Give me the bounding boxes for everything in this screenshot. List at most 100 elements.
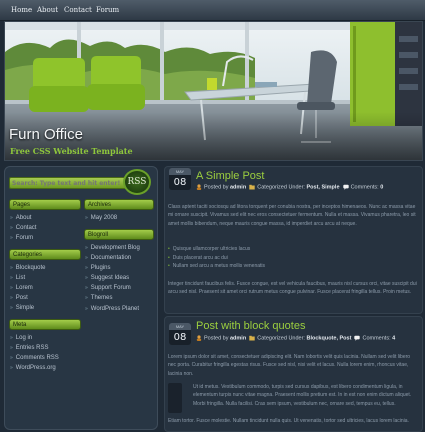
nav-contact[interactable]: Contact	[64, 0, 92, 20]
bullet-icon: »	[10, 215, 13, 221]
post-paragraph: Integer tincidunt faucibus felis. Fusce …	[168, 281, 417, 296]
bullet-icon: »	[85, 295, 88, 302]
blogroll-link-documentation[interactable]: » Documentation	[85, 253, 140, 263]
bullet-icon: »	[10, 235, 13, 242]
date-badge: MAY 08	[169, 168, 191, 190]
folder-icon	[249, 335, 255, 341]
meta-list: » Log in » Entries RSS » Comments RSS » Word…	[10, 333, 59, 373]
bullet-icon: »	[85, 285, 88, 292]
category-link-post[interactable]: » Post	[10, 293, 45, 303]
blockquote-marker	[168, 383, 182, 413]
date-day: 08	[169, 175, 191, 190]
meta-widget-title: Meta	[9, 319, 81, 330]
post-title[interactable]: Post with block quotes	[196, 320, 305, 332]
date-month: MAY	[169, 323, 191, 330]
archive-link-may-2008[interactable]: » May 2008	[85, 213, 117, 223]
post-bullet-list: • Quisque ullamcorper ultricies lacus • Du…	[168, 245, 265, 271]
blogroll-link-label: Suggest Ideas	[90, 275, 130, 282]
pages-list: » About » Contact » Forum	[10, 213, 36, 243]
category-link-label: Blockquote	[15, 265, 46, 271]
blogroll-link-suggest-ideas[interactable]: » Suggest Ideas	[85, 273, 140, 283]
comments-label: Comments:	[350, 184, 379, 191]
page-link-forum[interactable]: » Forum	[10, 233, 36, 243]
categories-widget-title: Categories	[9, 249, 81, 260]
search-input[interactable]	[12, 178, 126, 188]
bullet-icon: •	[168, 246, 170, 252]
post-categories-link[interactable]: Post, Simple	[307, 184, 340, 190]
category-link-simple[interactable]: » Simple	[10, 303, 45, 313]
bullet-icon: »	[85, 255, 88, 262]
post-simple: MAY 08 A Simple Post Posted by admin Cat…	[164, 166, 423, 314]
bullet-icon: »	[10, 355, 13, 362]
bullet-icon: »	[85, 275, 88, 282]
categorized-label: Categorized Under:	[257, 184, 305, 191]
post-paragraph: Etiam tortor. Fusce molestie. Nullam tin…	[168, 418, 409, 424]
list-item-text: Quisque ullamcorper ultricies lacus	[172, 246, 251, 252]
bullet-icon: »	[85, 265, 88, 272]
comment-icon	[342, 184, 349, 190]
pages-widget-title: Pages	[9, 199, 81, 210]
folder-icon	[249, 184, 255, 190]
list-item-text: Duis placerat arcu ac dui	[172, 254, 228, 261]
category-link-lorem[interactable]: » Lorem	[10, 283, 45, 293]
blogroll-link-plugins[interactable]: » Plugins	[85, 263, 140, 273]
blogroll-link-support-forum[interactable]: » Support Forum	[85, 283, 140, 293]
page-link-about[interactable]: » About	[10, 213, 36, 223]
comments-label: Comments:	[362, 335, 391, 342]
archives-widget-title: Archives	[84, 199, 154, 210]
meta-link-comments-rss[interactable]: » Comments RSS	[10, 353, 59, 363]
bullet-icon: »	[10, 335, 13, 341]
blogroll-link-wordpress-planet[interactable]: » WordPress Planet	[85, 304, 140, 314]
blogroll-link-themes[interactable]: » Themes	[85, 293, 140, 303]
blogroll-list: » Development Blog » Documentation » Plugin…	[85, 243, 140, 314]
bullet-icon: •	[168, 254, 170, 261]
category-link-list[interactable]: » List	[10, 273, 45, 283]
date-day: 08	[169, 330, 191, 345]
author-icon	[196, 184, 202, 190]
post-author-link[interactable]: admin	[230, 184, 246, 190]
list-item-text: Nullam sed arcu a metus mollis venenatis	[172, 263, 266, 269]
comment-icon	[354, 335, 361, 341]
date-badge: MAY 08	[169, 323, 191, 345]
site-title[interactable]: Furn Office	[9, 126, 83, 143]
nav-home[interactable]: Home	[11, 0, 32, 20]
blogroll-link-development-blog[interactable]: » Development Blog	[85, 243, 140, 253]
post-categories-link[interactable]: Blockquote, Post	[307, 335, 352, 341]
page-link-label: Forum	[15, 235, 34, 242]
post-comments-count[interactable]: 0	[380, 184, 383, 190]
nav-about[interactable]: About	[37, 0, 58, 20]
list-item: • Duis placerat arcu ac dui	[168, 254, 265, 263]
nav-forum[interactable]: Forum	[96, 0, 119, 20]
page-link-contact[interactable]: » Contact	[10, 223, 36, 233]
meta-link-wordpress[interactable]: » WordPress.org	[10, 363, 59, 373]
meta-link-entries-rss[interactable]: » Entries RSS	[10, 343, 59, 353]
blockquote: Ut id metus. Vestibulum commodo, turpis …	[193, 384, 412, 407]
blogroll-link-label: Development Blog	[90, 245, 140, 251]
meta-link-label: Entries RSS	[15, 345, 49, 352]
post-title[interactable]: A Simple Post	[196, 170, 264, 182]
category-link-blockquote[interactable]: » Blockquote	[10, 263, 45, 273]
category-link-label: Post	[15, 295, 28, 302]
list-item: • Quisque ullamcorper ultricies lacus	[168, 245, 265, 254]
author-icon	[196, 335, 202, 341]
rss-feed-icon[interactable]: RSS	[123, 169, 151, 195]
bullet-icon: »	[85, 215, 88, 221]
blogroll-link-label: Documentation	[90, 255, 132, 262]
top-navigation: Home About Contact Forum	[0, 0, 425, 21]
bullet-icon: »	[10, 265, 13, 271]
blogroll-link-label: WordPress Planet	[90, 305, 140, 312]
meta-link-label: WordPress.org	[15, 365, 56, 372]
list-item: • Nullam sed arcu a metus mollis venenati…	[168, 262, 265, 271]
bullet-icon: »	[10, 275, 13, 282]
post-author-link[interactable]: admin	[230, 335, 246, 341]
bullet-icon: •	[168, 263, 170, 269]
meta-link-login[interactable]: » Log in	[10, 333, 59, 343]
category-link-label: Simple	[15, 305, 35, 312]
category-link-label: Lorem	[15, 285, 33, 292]
date-month: MAY	[169, 168, 191, 175]
post-comments-count[interactable]: 4	[392, 335, 395, 341]
page-link-label: Contact	[15, 225, 37, 232]
bullet-icon: »	[10, 365, 13, 372]
blogroll-link-label: Plugins	[90, 265, 111, 272]
category-link-label: List	[15, 275, 26, 282]
